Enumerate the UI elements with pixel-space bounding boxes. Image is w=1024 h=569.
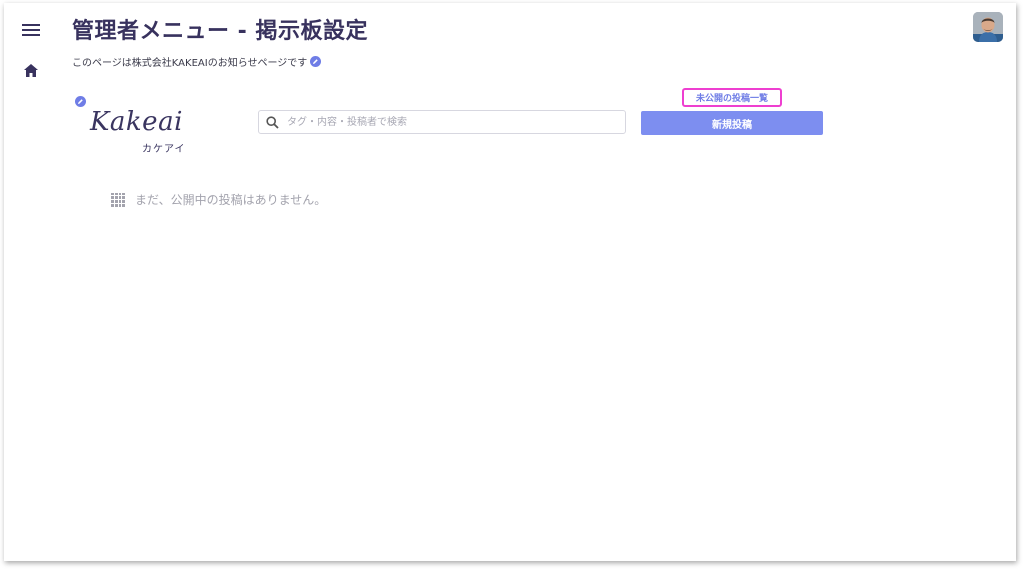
subtitle-text: このページは株式会社KAKEAIのお知らせページです bbox=[72, 58, 308, 69]
app-window: 管理者メニュー - 掲示板設定 このページは株式会社KAKEAIのお知らせページ… bbox=[4, 3, 1016, 561]
empty-state-message: まだ、公開中の投稿はありません。 bbox=[135, 193, 327, 207]
page-subtitle: このページは株式会社KAKEAIのお知らせページです bbox=[72, 54, 322, 69]
grid-icon bbox=[111, 192, 125, 207]
empty-state: まだ、公開中の投稿はありません。 bbox=[111, 191, 326, 208]
logo-katakana: カケアイ bbox=[142, 144, 186, 155]
search-icon bbox=[265, 115, 279, 129]
unpublished-posts-link[interactable]: 未公開の投稿一覧 bbox=[682, 88, 782, 107]
logo-wordmark: Kakeai bbox=[90, 107, 183, 137]
search-input[interactable] bbox=[285, 115, 609, 129]
kakeai-logo: Kakeai カケアイ bbox=[86, 107, 196, 155]
new-post-button[interactable]: 新規投稿 bbox=[641, 111, 823, 135]
edit-subtitle-icon[interactable] bbox=[310, 56, 322, 67]
user-avatar[interactable] bbox=[973, 12, 1003, 42]
search-field[interactable] bbox=[258, 110, 626, 134]
page-title: 管理者メニュー - 掲示板設定 bbox=[72, 19, 368, 44]
hamburger-menu-icon[interactable] bbox=[22, 21, 40, 39]
edit-logo-icon[interactable] bbox=[75, 96, 86, 107]
home-icon[interactable] bbox=[22, 61, 40, 79]
